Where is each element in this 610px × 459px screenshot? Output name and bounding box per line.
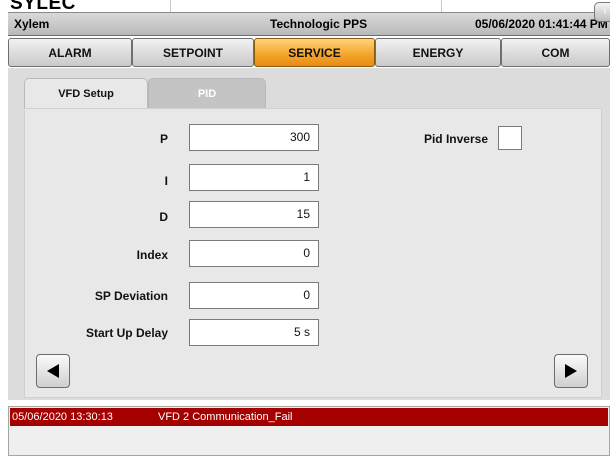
alarm-time: 05/06/2020 13:30:13 [12,411,113,423]
info-button[interactable]: i [594,2,610,22]
datetime: 05/06/2020 01:41:44 PM [475,17,608,31]
tab-energy[interactable]: ENERGY [375,38,501,67]
p-input[interactable]: 300 [189,124,319,151]
alarm-row[interactable]: 05/06/2020 13:30:13 VFD 2 Communication_… [10,408,608,426]
title-bar: Xylem Technologic PPS 05/06/2020 01:41:4… [8,12,610,36]
next-page-button[interactable] [554,354,588,388]
i-input[interactable]: 1 [189,164,319,191]
pid-inverse-checkbox[interactable] [498,126,522,150]
main-tab-bar: ALARM SETPOINT SERVICE ENERGY COM [8,38,610,68]
tab-service[interactable]: SERVICE [254,38,375,67]
alarm-banner: 05/06/2020 13:30:13 VFD 2 Communication_… [8,406,610,456]
label-sp-deviation: SP Deviation [94,289,168,303]
pid-inverse-label: Pid Inverse [423,132,488,146]
subtab-pid[interactable]: PID [148,78,266,108]
right-triangle-icon [565,364,577,378]
label-p: P [159,132,168,146]
prev-page-button[interactable] [36,354,70,388]
d-input[interactable]: 15 [189,201,319,228]
label-index: Index [136,248,168,262]
app-name: Xylem [14,17,50,31]
tab-com[interactable]: COM [501,38,610,67]
content-area: VFD Setup PID P I D Index SP Deviation S… [8,68,610,400]
subtab-vfd-setup[interactable]: VFD Setup [24,78,148,108]
start-up-delay-input[interactable]: 5 s [189,319,319,346]
label-start-up-delay: Start Up Delay [85,326,168,340]
screen-title: Technologic PPS [270,17,368,31]
tab-alarm[interactable]: ALARM [8,38,132,67]
index-input[interactable]: 0 [189,240,319,267]
left-triangle-icon [47,364,59,378]
alarm-message: VFD 2 Communication_Fail [158,411,293,423]
tab-setpoint[interactable]: SETPOINT [132,38,254,67]
label-d: D [159,210,168,224]
sp-deviation-input[interactable]: 0 [189,282,319,309]
label-i: I [164,174,168,188]
